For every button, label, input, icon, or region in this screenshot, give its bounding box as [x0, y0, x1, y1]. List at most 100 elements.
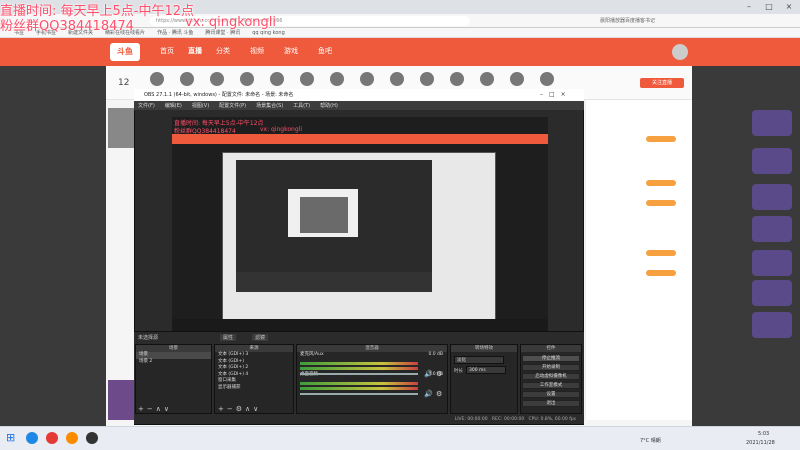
source-controls[interactable]: +−⚙∧∨ — [218, 405, 261, 413]
promo-tile[interactable] — [752, 184, 792, 210]
exit-button[interactable]: 退出 — [522, 400, 580, 407]
obs-window-controls[interactable]: –□× — [540, 89, 580, 101]
no-source-label: 未选择源 — [138, 335, 159, 341]
browser-icon[interactable] — [26, 432, 38, 444]
captured-site-header — [172, 134, 548, 144]
scene-item[interactable]: 场景 2 — [136, 359, 211, 366]
minimize-icon[interactable]: – — [740, 0, 758, 14]
maximize-icon[interactable]: □ — [760, 0, 778, 14]
settings-button[interactable]: 设置 — [522, 391, 580, 398]
app-icon[interactable] — [46, 432, 58, 444]
game-icon[interactable] — [150, 72, 164, 86]
menu-file[interactable]: 文件(F) — [138, 102, 155, 109]
obs-icon[interactable] — [86, 432, 98, 444]
menu-view[interactable]: 视图(V) — [192, 102, 209, 109]
game-icon[interactable] — [180, 72, 194, 86]
gear-icon[interactable]: ⚙ — [436, 370, 442, 378]
wechat-text: vx: qingkongli — [185, 15, 276, 30]
nav-home[interactable]: 首页 — [160, 46, 174, 56]
gear-icon[interactable]: ⚙ — [436, 390, 442, 398]
volume-slider[interactable] — [300, 373, 418, 375]
close-icon[interactable]: × — [780, 0, 798, 14]
game-icon[interactable] — [420, 72, 434, 86]
promo-tile[interactable] — [752, 110, 792, 136]
nav-video[interactable]: 视频 — [250, 46, 264, 56]
game-icon[interactable] — [240, 72, 254, 86]
nav-live[interactable]: 直播 — [188, 46, 202, 56]
game-icon[interactable] — [480, 72, 494, 86]
captured-docks — [236, 272, 432, 292]
clock-date[interactable]: 2021/11/28 — [746, 440, 775, 446]
controls-dock-header: 控件 — [521, 345, 581, 352]
volume-slider[interactable] — [300, 393, 418, 395]
menu-help[interactable]: 帮助(H) — [320, 102, 338, 109]
site-logo[interactable]: 斗鱼 — [110, 43, 140, 61]
captured-tunnel — [300, 197, 348, 233]
transition-select[interactable]: 淡化 — [454, 356, 504, 364]
duration-label: 时长 — [454, 369, 463, 374]
streamer-thumbnail[interactable] — [108, 108, 136, 148]
mixer-dock: 混音器 麦克风/Aux 0.0 dB 桌面音频 0.0 dB — [296, 344, 448, 414]
audio-meter — [300, 382, 418, 385]
game-icon[interactable] — [390, 72, 404, 86]
avatar[interactable] — [672, 44, 688, 60]
duration-input[interactable]: 300 ms — [466, 366, 506, 374]
rec-status: REC: 00:00:00 — [491, 417, 525, 422]
bookmark-item[interactable]: 作品 · 腾讯 斗鱼 — [157, 29, 193, 36]
follow-button[interactable]: 关注直播 — [640, 78, 684, 88]
game-icon[interactable] — [300, 72, 314, 86]
virtual-camera-button[interactable]: 启动虚拟摄像机 — [522, 373, 580, 380]
app-icon[interactable] — [66, 432, 78, 444]
captured-taskbar — [172, 319, 548, 331]
game-icon[interactable] — [450, 72, 464, 86]
fans-count: 12 — [118, 78, 130, 88]
promo-tile[interactable] — [752, 312, 792, 338]
game-icon[interactable] — [330, 72, 344, 86]
obs-menu-bar: 文件(F) 编辑(E) 视图(V) 配置文件(P) 场景集合(S) 工具(T) … — [134, 101, 584, 110]
scene-controls[interactable]: +−∧∨ — [138, 405, 172, 413]
audio-meter — [300, 367, 418, 370]
game-icon[interactable] — [270, 72, 284, 86]
bookmark-item[interactable]: 腾讯课堂 · 腾讯 — [205, 29, 240, 36]
preview-overlay-text: vx: qingkongli — [260, 126, 302, 133]
chat-badge — [646, 250, 676, 256]
properties-button[interactable]: 属性 — [220, 334, 237, 341]
speaker-icon[interactable]: 🔊 — [424, 370, 433, 378]
game-icon[interactable] — [360, 72, 374, 86]
menu-scene-collection[interactable]: 场景集合(S) — [256, 102, 283, 109]
nav-category[interactable]: 分类 — [216, 46, 230, 56]
source-item[interactable]: 显示器捕获 — [215, 385, 293, 392]
promo-tile[interactable] — [752, 148, 792, 174]
nav-fishbar[interactable]: 鱼吧 — [318, 46, 332, 56]
menu-edit[interactable]: 编辑(E) — [165, 102, 182, 109]
sources-dock: 来源 文本 (GDI+) 3 文本 (GDI+) 文本 (GDI+) 2 文本 … — [214, 344, 294, 414]
game-icon[interactable] — [510, 72, 524, 86]
sources-dock-header: 来源 — [215, 345, 293, 352]
game-icon[interactable] — [540, 72, 554, 86]
banner-image — [108, 380, 136, 420]
promo-tile[interactable] — [752, 250, 792, 276]
nav-games[interactable]: 游戏 — [284, 46, 298, 56]
promo-tile[interactable] — [752, 280, 792, 306]
extension-text: 晨阳播放器百度播客书记 — [600, 18, 656, 24]
stop-stream-button[interactable]: 停止推流 — [522, 355, 580, 362]
transitions-dock-header: 转场特效 — [451, 345, 517, 352]
windows-start-icon[interactable]: ⊞ — [6, 432, 18, 444]
game-icon[interactable] — [210, 72, 224, 86]
studio-mode-button[interactable]: 工作室模式 — [522, 382, 580, 389]
promo-tile[interactable] — [752, 216, 792, 242]
menu-tools[interactable]: 工具(T) — [293, 102, 310, 109]
filters-button[interactable]: 滤镜 — [252, 334, 269, 341]
page-side-left — [0, 66, 106, 426]
mixer-dock-header: 混音器 — [297, 345, 447, 352]
chat-badge — [646, 270, 676, 276]
clock-time[interactable]: 5:03 — [758, 431, 769, 437]
bookmark-item[interactable]: qq qing kong — [252, 30, 285, 36]
chat-panel — [585, 100, 692, 420]
fan-group-text: 粉丝群QQ384418474 — [0, 19, 134, 34]
audio-meter — [300, 387, 418, 390]
speaker-icon[interactable]: 🔊 — [424, 390, 433, 398]
cpu-status: CPU: 0.8%, 60.00 fps — [528, 417, 577, 422]
menu-profile[interactable]: 配置文件(P) — [219, 102, 246, 109]
start-recording-button[interactable]: 开始录制 — [522, 364, 580, 371]
